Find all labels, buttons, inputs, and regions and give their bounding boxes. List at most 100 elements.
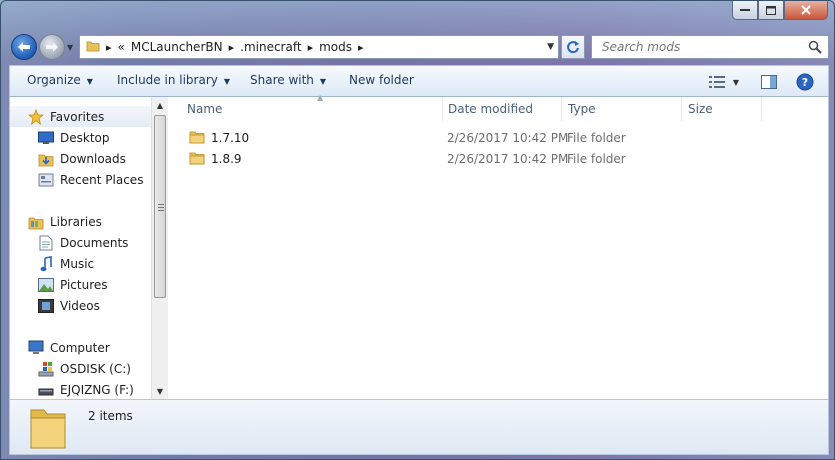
change-view-button[interactable]: ▼: [704, 71, 744, 93]
file-list: Name ▲ Date modified Type Size 1.7.10 2/…: [169, 93, 830, 399]
preview-pane-button[interactable]: [758, 71, 780, 93]
navigation-pane: Favorites Desktop Downloads Recent Place…: [10, 97, 160, 399]
star-icon: [28, 108, 44, 125]
help-button[interactable]: ?: [794, 71, 816, 93]
details-view-icon: [708, 76, 725, 88]
grip-icon: [158, 204, 164, 211]
sidebar-item-libraries[interactable]: Libraries: [28, 211, 102, 232]
preview-pane-icon: [761, 75, 777, 89]
new-folder-button[interactable]: New folder: [349, 73, 414, 87]
details-pane: 2 items: [9, 399, 829, 455]
file-date-modified: 2/26/2017 10:42 PM: [447, 131, 569, 145]
folder-icon: [189, 129, 205, 147]
sidebar-item-favorites[interactable]: Favorites: [10, 106, 160, 127]
help-icon: ?: [796, 73, 814, 91]
file-type: File folder: [567, 152, 626, 166]
column-header-row: Name ▲ Date modified Type Size: [169, 93, 769, 121]
back-arrow-icon: [18, 42, 30, 52]
sidebar-item-label: Pictures: [60, 277, 108, 292]
breadcrumb-mods[interactable]: mods: [319, 40, 352, 54]
column-header-type[interactable]: Type: [562, 97, 682, 121]
column-header-label: Size: [688, 102, 713, 116]
caret-down-icon: ▼: [732, 77, 740, 87]
sidebar-item-label: Downloads: [60, 151, 126, 166]
sidebar-item-label: Documents: [60, 235, 129, 250]
title-bar: [1, 1, 834, 31]
item-count: 2 items: [88, 409, 133, 423]
refresh-button[interactable]: [561, 35, 585, 59]
sidebar-item-downloads[interactable]: Downloads: [38, 148, 126, 169]
breadcrumb-minecraft[interactable]: .minecraft: [240, 40, 301, 54]
chevron-right-icon[interactable]: ▸: [229, 41, 235, 54]
folder-icon: [189, 150, 205, 168]
pictures-icon: [38, 277, 54, 293]
scroll-thumb[interactable]: [154, 115, 166, 298]
file-name: 1.7.10: [211, 131, 250, 145]
column-header-name[interactable]: Name ▲: [181, 93, 443, 121]
sidebar-item-osdisk[interactable]: OSDISK (C:): [38, 358, 131, 379]
removable-drive-icon: [38, 382, 54, 398]
caret-down-icon: ▼: [319, 77, 327, 86]
close-icon: [801, 5, 811, 15]
navigation-pane-scrollbar[interactable]: ▲ ▼: [151, 97, 168, 399]
libraries-icon: [28, 214, 44, 230]
desktop-icon: [38, 130, 54, 146]
organize-label: Organize: [27, 73, 81, 87]
sidebar-item-documents[interactable]: Documents: [38, 232, 128, 253]
sidebar-item-music[interactable]: Music: [38, 253, 94, 274]
chevron-right-icon[interactable]: ▸: [358, 41, 364, 54]
address-dropdown-icon[interactable]: ▼: [547, 42, 554, 52]
music-note-icon: [38, 255, 54, 272]
search-box[interactable]: [591, 35, 829, 59]
column-header-size[interactable]: Size: [682, 97, 762, 121]
computer-icon: [28, 340, 44, 356]
column-header-label: Name: [187, 102, 223, 116]
file-name: 1.8.9: [211, 152, 242, 166]
sidebar-item-label: Computer: [50, 340, 110, 355]
new-folder-label: New folder: [349, 73, 414, 87]
search-input[interactable]: [602, 40, 802, 54]
share-with-menu[interactable]: Share with ▼: [250, 73, 326, 87]
forward-button[interactable]: [39, 34, 65, 60]
recent-pages-dropdown[interactable]: ▼: [67, 43, 73, 52]
close-button[interactable]: [784, 1, 828, 20]
folder-icon: [86, 39, 100, 56]
back-button[interactable]: [11, 34, 37, 60]
file-row[interactable]: 1.7.10 2/26/2017 10:42 PM File folder: [189, 128, 626, 148]
file-row[interactable]: 1.8.9 2/26/2017 10:42 PM File folder: [189, 149, 626, 169]
sidebar-item-label: Libraries: [50, 214, 102, 229]
search-icon[interactable]: [808, 40, 822, 57]
sidebar-item-pictures[interactable]: Pictures: [38, 274, 108, 295]
sidebar-item-label: Desktop: [60, 130, 110, 145]
sidebar-item-computer[interactable]: Computer: [28, 337, 110, 358]
column-header-date-modified[interactable]: Date modified: [442, 97, 562, 121]
downloads-folder-icon: [38, 151, 54, 167]
sidebar-item-label: EJQIZNG (F:): [60, 382, 134, 397]
minimize-icon: [740, 9, 750, 11]
caret-down-icon: ▼: [86, 77, 93, 86]
address-bar[interactable]: ▸ « MCLauncherBN ▸ .minecraft ▸ mods ▸ ▼: [79, 35, 559, 59]
organize-menu[interactable]: Organize ▼: [27, 73, 93, 87]
chevron-right-icon[interactable]: ▸: [308, 41, 314, 54]
windows-drive-icon: [38, 361, 54, 377]
minimize-button[interactable]: [732, 1, 758, 20]
sidebar-item-ejqizng[interactable]: EJQIZNG (F:): [38, 379, 134, 399]
scroll-down-icon[interactable]: ▼: [152, 383, 168, 399]
chevron-right-icon: ▸: [106, 40, 112, 54]
file-date-modified: 2/26/2017 10:42 PM: [447, 152, 569, 166]
sidebar-item-desktop[interactable]: Desktop: [38, 127, 110, 148]
breadcrumb-mclauncherbn[interactable]: MCLauncherBN: [131, 40, 223, 54]
sidebar-item-videos[interactable]: Videos: [38, 295, 100, 316]
explorer-window: ▼ ▸ « MCLauncherBN ▸ .minecraft ▸ mods ▸…: [0, 0, 835, 460]
include-in-library-menu[interactable]: Include in library ▼: [117, 73, 230, 87]
maximize-button[interactable]: [758, 1, 784, 20]
breadcrumb-overflow[interactable]: «: [118, 40, 125, 54]
sidebar-item-recent-places[interactable]: Recent Places: [38, 169, 143, 190]
maximize-icon: [766, 5, 776, 15]
include-in-library-label: Include in library: [117, 73, 218, 87]
recent-places-icon: [38, 172, 54, 188]
file-type: File folder: [567, 131, 626, 145]
share-with-label: Share with: [250, 73, 314, 87]
column-header-label: Date modified: [448, 102, 534, 116]
scroll-up-icon[interactable]: ▲: [152, 97, 168, 113]
